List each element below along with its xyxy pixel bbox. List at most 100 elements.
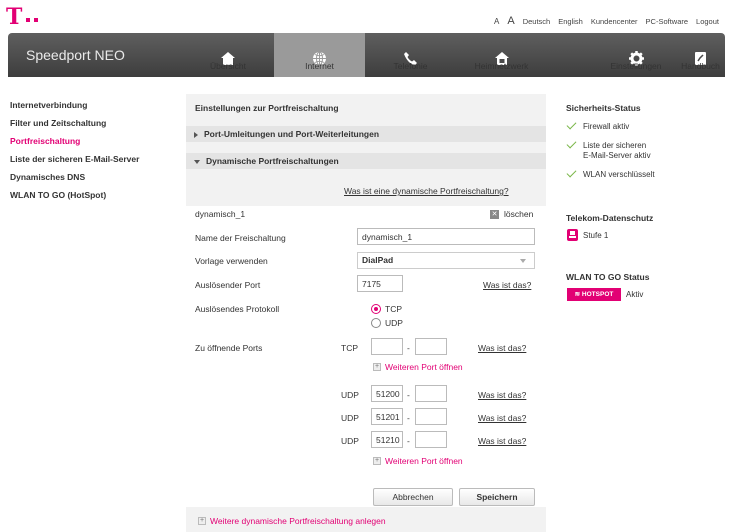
nav-internet[interactable]: Internet [274,33,365,77]
wlan-status: WLAN verschlüsselt [583,170,655,179]
hotspot-badge-label: HOTSPOT [581,291,614,298]
kundencenter-link[interactable]: Kundencenter [591,17,638,26]
delete-link[interactable]: löschen [504,209,533,219]
font-size-large-button[interactable]: A [507,15,514,27]
nav-uebersicht[interactable]: Übersicht [183,33,273,77]
checkmark-icon [566,119,577,130]
hotspot-status: Aktiv [626,290,644,299]
logout-link[interactable]: Logout [696,17,719,26]
udp-port-from-input[interactable] [371,408,403,425]
range-dash: - [407,343,410,353]
nav-handbuch[interactable]: Handbuch [676,33,725,77]
trigger-port-input[interactable] [357,275,403,292]
language-english-link[interactable]: English [558,17,583,26]
add-icon[interactable]: + [373,363,381,371]
security-status-title: Sicherheits-Status [566,103,641,113]
range-dash: - [407,436,410,446]
brand-name: Speedport NEO [26,47,125,63]
nav-label: Telefonie [393,61,428,71]
logo-dot [26,18,31,22]
section-title: Port-Umleitungen und Port-Weiterleitunge… [204,129,380,139]
template-select[interactable]: DialPad [357,252,535,269]
checkmark-icon [566,167,577,178]
add-tcp-port-link[interactable]: Weiteren Port öffnen [385,362,463,372]
nav-label: Übersicht [210,61,246,71]
privacy-level: Stufe 1 [583,231,609,240]
telekom-t-mark: T [6,4,23,30]
what-is-link-udp[interactable]: Was ist das? [478,436,526,446]
font-size-small-button[interactable]: A [494,17,499,26]
protocol-tcp-label: TCP [385,304,402,314]
what-is-link-udp[interactable]: Was ist das? [478,413,526,423]
nav-telefonie[interactable]: Telefonie [365,33,456,77]
save-button[interactable]: Speichern [459,488,535,506]
hotspot-badge: ≋ HOTSPOT [567,288,621,301]
what-is-link-udp[interactable]: Was ist das? [478,390,526,400]
sidebar-item-internetverbindung[interactable]: Internetverbindung [10,101,139,110]
what-is-link-trigger-port[interactable]: Was ist das? [483,280,531,290]
mail-server-status-line2: E-Mail-Server aktiv [583,151,651,160]
delete-icon[interactable]: ✕ [490,210,499,219]
name-input[interactable] [357,228,535,245]
add-icon[interactable]: + [373,457,381,465]
nav-einstellungen[interactable]: Einstellungen [596,33,676,77]
chevron-down-icon [194,159,200,164]
ports-label: Zu öffnende Ports [195,343,263,353]
udp-ports-label: UDP [341,436,359,446]
sidebar-item-portfreischaltung[interactable]: Portfreischaltung [10,137,139,146]
dynamic-entry-form: dynamisch_1 ✕ löschen Name der Freischal… [186,206,546,507]
tcp-ports-label: TCP [341,343,358,353]
top-links: A A Deutsch English Kundencenter PC-Soft… [494,15,719,27]
trigger-port-label: Auslösender Port [195,280,261,290]
tcp-port-from-input[interactable] [371,338,403,355]
range-dash: - [407,413,410,423]
add-dynamic-forwarding-link[interactable]: Weitere dynamische Portfreischaltung anl… [210,516,386,526]
pc-software-link[interactable]: PC-Software [646,17,689,26]
entry-name: dynamisch_1 [195,209,246,219]
cancel-button[interactable]: Abbrechen [373,488,453,506]
sidebar-item-dynamisches-dns[interactable]: Dynamisches DNS [10,173,139,182]
sidebar-item-filter-zeitschaltung[interactable]: Filter und Zeitschaltung [10,119,139,128]
section-title: Dynamische Portfreischaltungen [206,156,339,166]
trigger-protocol-label: Auslösendes Protokoll [195,304,280,314]
chevron-down-icon [520,259,526,263]
udp-port-to-input[interactable] [415,431,447,448]
udp-ports-label: UDP [341,413,359,423]
nav-label: Einstellungen [610,61,662,71]
logo-dot [34,18,39,22]
privacy-title: Telekom-Datenschutz [566,213,654,223]
wifi-icon: ≋ [574,291,582,298]
nav-label: Internet [305,61,334,71]
mail-server-status-line1: Liste der sicheren [583,141,647,150]
what-is-dynamic-link[interactable]: Was ist eine dynamische Portfreischaltun… [344,186,509,196]
page-title: Einstellungen zur Portfreischaltung [195,103,339,113]
name-label: Name der Freischaltung [195,233,286,243]
protocol-udp-radio[interactable] [371,318,381,328]
template-selected-value: DialPad [362,255,394,265]
nav-label: Handbuch [681,61,720,71]
tcp-port-to-input[interactable] [415,338,447,355]
sidebar-item-sichere-mail-server[interactable]: Liste der sicheren E-Mail-Server [10,155,139,164]
telekom-logo[interactable]: T [6,4,39,30]
what-is-link-tcp[interactable]: Was ist das? [478,343,526,353]
section-port-forwarding-header[interactable]: Port-Umleitungen und Port-Weiterleitunge… [186,126,546,142]
wlan-to-go-title: WLAN TO GO Status [566,272,650,282]
sidebar-item-wlan-to-go[interactable]: WLAN TO GO (HotSpot) [10,191,139,200]
add-udp-port-link[interactable]: Weiteren Port öffnen [385,456,463,466]
firewall-status: Firewall aktiv [583,122,630,131]
template-label: Vorlage verwenden [195,256,268,266]
language-deutsch-link[interactable]: Deutsch [523,17,551,26]
chevron-right-icon [194,131,198,138]
section-dynamic-header[interactable]: Dynamische Portfreischaltungen [186,153,546,169]
main-panel: Einstellungen zur Portfreischaltung Port… [186,94,546,532]
udp-port-to-input[interactable] [415,408,447,425]
udp-port-to-input[interactable] [415,385,447,402]
protocol-tcp-radio[interactable] [371,304,381,314]
udp-port-from-input[interactable] [371,385,403,402]
udp-ports-label: UDP [341,390,359,400]
sidebar: Internetverbindung Filter und Zeitschalt… [10,101,139,209]
main-header: Speedport NEO Übersicht Internet Telefon… [8,33,725,77]
add-icon[interactable]: + [198,517,206,525]
nav-heimnetzwerk[interactable]: Heimnetzwerk [456,33,547,77]
udp-port-from-input[interactable] [371,431,403,448]
